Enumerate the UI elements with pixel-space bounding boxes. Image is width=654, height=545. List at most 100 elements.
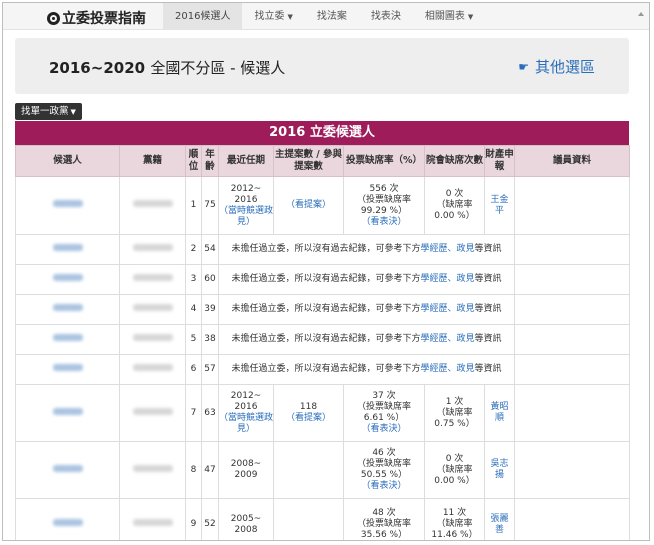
rank-cell: 1 bbox=[185, 176, 202, 235]
nav-item-4[interactable]: 相關圖表 ▼ bbox=[413, 3, 485, 30]
term-years: 2012~ 2016 bbox=[230, 183, 262, 205]
table-row: 7 63 2012~ 2016 （當時競選政見） 118 （看提案） 37 次（投票缺席率 6.… bbox=[15, 384, 630, 442]
campaign-platform-link[interactable]: （當時競選政見） bbox=[219, 206, 273, 228]
bills-cell: （看提案） bbox=[273, 176, 344, 235]
candidate-name-cell[interactable] bbox=[15, 264, 120, 295]
term-cell: 2005~ 2008 bbox=[218, 498, 274, 540]
nav-item-label: 找法案 bbox=[316, 11, 347, 22]
rank-cell: 3 bbox=[185, 264, 202, 295]
candidate-name-cell[interactable] bbox=[15, 384, 120, 442]
candidates-table-panel: 2016 立委候選人 候選人 黨籍 順位 年齡 最近任期 主提案數 / 參與提案數 投票缺席… bbox=[15, 121, 630, 540]
other-district-link[interactable]: ☛ 其他選區 bbox=[518, 56, 595, 77]
rank-cell: 4 bbox=[185, 294, 202, 325]
candidate-name-cell[interactable] bbox=[15, 324, 120, 355]
session-absence-count: 0 次 bbox=[445, 453, 464, 464]
session-absence-rate: （缺席率 0.00 %） bbox=[434, 200, 475, 221]
legislator-info-cell bbox=[514, 294, 630, 325]
vote-absence-cell: 48 次（投票缺席率 35.56 %） bbox=[343, 498, 425, 540]
nav-item-1[interactable]: 找立委 ▼ bbox=[242, 3, 304, 30]
nav-item-0[interactable]: 2016候選人 bbox=[163, 3, 243, 30]
brand-link[interactable]: 立委投票指南 bbox=[47, 8, 146, 28]
asset-declaration-link[interactable]: 王金平 bbox=[490, 195, 508, 216]
rank-cell: 5 bbox=[185, 324, 202, 355]
column-header-3: 年齡 bbox=[201, 145, 219, 177]
column-header-5: 主提案數 / 參與提案數 bbox=[273, 145, 344, 177]
view-votes-link[interactable]: （看表決） bbox=[344, 481, 424, 492]
age-cell: 54 bbox=[201, 234, 219, 265]
no-record-text: 未擔任過立委，所以沒有過去紀錄，可參考下方 bbox=[231, 304, 421, 314]
bills-cell: 118 （看提案） bbox=[273, 384, 344, 442]
session-absence-count: 0 次 bbox=[445, 189, 464, 199]
nav-item-label: 2016候選人 bbox=[175, 11, 231, 22]
party-cell bbox=[119, 176, 186, 235]
candidate-name-cell[interactable] bbox=[15, 234, 120, 265]
vote-absence-count: 46 次 bbox=[372, 448, 396, 458]
no-record-text: 未擔任過立委，所以沒有過去紀錄，可參考下方 bbox=[231, 274, 421, 284]
session-absence-count: 11 次 bbox=[442, 508, 467, 518]
blurred-party-name bbox=[132, 274, 173, 281]
vote-absence-cell: 46 次（投票缺席率 50.55 %） （看表決） bbox=[343, 441, 425, 499]
view-bills-link[interactable]: （看提案） bbox=[274, 200, 343, 211]
asset-declaration-link[interactable]: 黃昭順 bbox=[490, 402, 508, 423]
nav-item-label: 相關圖表 bbox=[424, 11, 465, 22]
blurred-party-name bbox=[132, 464, 173, 472]
no-record-suffix: 等資訊 bbox=[474, 304, 502, 314]
scroll-down-arrow-icon[interactable] bbox=[639, 530, 647, 538]
background-policy-link[interactable]: 學經歷、政見 bbox=[420, 304, 474, 314]
background-policy-link[interactable]: 學經歷、政見 bbox=[420, 244, 474, 254]
candidate-name-cell[interactable] bbox=[15, 176, 120, 235]
term-cell: 2012~ 2016 （當時競選政見） bbox=[218, 176, 274, 235]
nav-item-3[interactable]: 找表決 bbox=[359, 3, 413, 30]
candidate-name-cell[interactable] bbox=[15, 498, 120, 540]
page-title: 2016~2020 全國不分區 - 候選人 bbox=[49, 57, 285, 78]
background-policy-link[interactable]: 學經歷、政見 bbox=[420, 334, 474, 344]
table-title: 2016 立委候選人 bbox=[15, 121, 629, 145]
view-votes-link[interactable]: （看表決） bbox=[344, 424, 424, 435]
background-policy-link[interactable]: 學經歷、政見 bbox=[420, 364, 474, 374]
table-header-row: 候選人 黨籍 順位 年齡 最近任期 主提案數 / 參與提案數 投票缺席率（%） 院會缺席次數財… bbox=[15, 145, 630, 177]
blurred-candidate-name bbox=[52, 274, 83, 281]
view-bills-link[interactable]: （看提案） bbox=[274, 413, 343, 424]
party-filter-dropdown[interactable]: 找單一政黨 ▼ bbox=[15, 103, 82, 120]
asset-declaration-link[interactable]: 吳志揚 bbox=[490, 459, 508, 480]
column-header-2: 順位 bbox=[185, 145, 202, 177]
candidates-table: 候選人 黨籍 順位 年齡 最近任期 主提案數 / 參與提案數 投票缺席率（%） 院會缺席次數財… bbox=[15, 145, 630, 540]
no-record-suffix: 等資訊 bbox=[474, 274, 502, 284]
vote-absence-rate: （投票缺席率 50.55 %） bbox=[356, 459, 411, 480]
no-record-note: 未擔任過立委，所以沒有過去紀錄，可參考下方學經歷、政見等資訊 bbox=[218, 264, 515, 295]
session-absence-rate: （缺席率 0.00 %） bbox=[434, 464, 475, 486]
blurred-party-name bbox=[132, 407, 173, 415]
nav-item-2[interactable]: 找法案 bbox=[305, 3, 359, 30]
blurred-party-name bbox=[132, 200, 173, 207]
session-absence-rate: （缺席率 11.46 %） bbox=[431, 519, 478, 540]
vote-absence-rate: （投票缺席率 35.56 %） bbox=[356, 519, 411, 540]
column-header-6: 投票缺席率（%） bbox=[343, 145, 425, 177]
chevron-down-icon: ▼ bbox=[70, 108, 76, 116]
legislator-info-cell bbox=[514, 441, 630, 499]
blurred-party-name bbox=[132, 304, 173, 311]
page-header: 2016~2020 全國不分區 - 候選人 ☛ 其他選區 bbox=[15, 38, 629, 94]
scroll-up-arrow-icon[interactable] bbox=[637, 10, 645, 19]
page-title-term: 2016~2020 bbox=[49, 59, 146, 77]
background-policy-link[interactable]: 學經歷、政見 bbox=[420, 274, 474, 284]
session-absence-cell: 0 次（缺席率 0.00 %） bbox=[424, 176, 485, 235]
term-years: 2008~ 2009 bbox=[230, 459, 262, 480]
rank-cell: 2 bbox=[185, 234, 202, 265]
top-navbar: 立委投票指南 2016候選人 找立委 ▼ 找法案 找表決 相關圖表 ▼ bbox=[3, 3, 649, 30]
blurred-candidate-name bbox=[52, 334, 83, 341]
asset-declaration-link[interactable]: 張麗善 bbox=[490, 514, 508, 535]
candidate-name-cell[interactable] bbox=[15, 354, 120, 385]
browser-frame: 立委投票指南 2016候選人 找立委 ▼ 找法案 找表決 相關圖表 ▼ 2016~2020 … bbox=[2, 2, 650, 541]
candidate-name-cell[interactable] bbox=[15, 441, 120, 499]
campaign-platform-link[interactable]: （當時競選政見） bbox=[219, 413, 273, 435]
rank-cell: 8 bbox=[185, 441, 202, 499]
table-row: 5 38 未擔任過立委，所以沒有過去紀錄，可參考下方學經歷、政見等資訊 bbox=[15, 324, 630, 355]
vote-absence-cell: 37 次（投票缺席率 6.61 %） （看表決） bbox=[343, 384, 425, 442]
column-header-8: 財產申報 bbox=[484, 145, 515, 177]
candidate-name-cell[interactable] bbox=[15, 294, 120, 325]
blurred-party-name bbox=[132, 364, 173, 371]
view-votes-link[interactable]: （看表決） bbox=[344, 217, 424, 228]
asset-declaration-cell: 王金平 bbox=[484, 176, 515, 235]
party-cell bbox=[119, 441, 186, 499]
vote-absence-count: 48 次 bbox=[372, 508, 396, 518]
